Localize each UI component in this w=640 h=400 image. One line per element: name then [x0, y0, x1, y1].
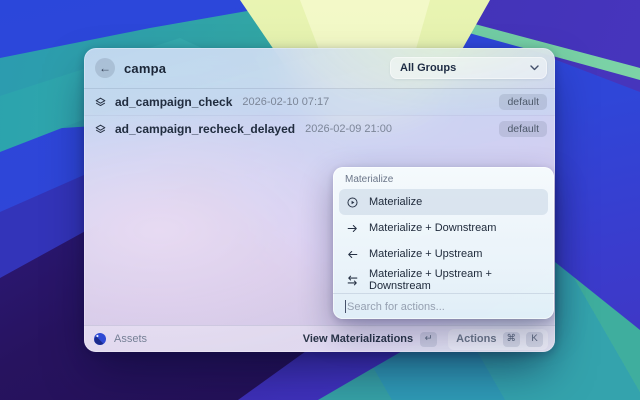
cmd-key-badge: ⌘: [503, 332, 521, 347]
asset-results-list: ad_campaign_check 2026-02-10 07:17 defau…: [84, 89, 555, 142]
action-item-label: Materialize: [369, 196, 422, 208]
popup-search-row: [333, 293, 554, 319]
actions-button[interactable]: Actions ⌘ K: [448, 329, 548, 350]
asset-group-badge: default: [499, 121, 547, 138]
popup-action-list: Materialize Materialize + Downstream Mat…: [333, 187, 554, 293]
back-arrow-icon: ←: [99, 61, 111, 75]
context-label: Assets: [114, 333, 147, 345]
action-item-label: Materialize + Upstream + Downstream: [369, 268, 541, 292]
footer-actions: View Materializations ↵ Actions ⌘ K: [303, 329, 548, 350]
return-key-badge: ↵: [420, 332, 437, 347]
asset-timestamp: 2026-02-09 21:00: [305, 123, 392, 135]
k-key-badge: K: [526, 332, 543, 347]
action-item-label: Materialize + Downstream: [369, 222, 496, 234]
asset-name: ad_campaign_recheck_delayed: [115, 122, 295, 136]
arrows-swap-icon: [346, 274, 359, 287]
asset-result-row[interactable]: ad_campaign_check 2026-02-10 07:17 defau…: [84, 89, 555, 115]
group-filter-value: All Groups: [400, 62, 456, 74]
action-item-label: Materialize + Upstream: [369, 248, 482, 260]
actions-popup: Materialize Materialize Materialize + Do…: [333, 167, 554, 319]
action-search-input[interactable]: [347, 301, 542, 313]
chevron-down-icon: [530, 65, 539, 71]
asset-name: ad_campaign_check: [115, 95, 232, 109]
play-circle-icon: [346, 196, 359, 209]
arrow-right-icon: [346, 222, 359, 235]
asset-result-row[interactable]: ad_campaign_recheck_delayed 2026-02-09 2…: [84, 115, 555, 142]
arrow-left-icon: [346, 248, 359, 261]
actions-label: Actions: [456, 333, 496, 345]
asset-timestamp: 2026-02-10 07:17: [242, 96, 329, 108]
back-button[interactable]: ←: [95, 58, 115, 78]
palette-footer: Assets View Materializations ↵ Actions ⌘…: [84, 325, 555, 352]
text-cursor: [345, 300, 346, 313]
action-item-materialize-upstream[interactable]: Materialize + Upstream: [339, 241, 548, 267]
palette-header: ← campa All Groups: [84, 48, 555, 88]
action-item-materialize[interactable]: Materialize: [339, 189, 548, 215]
asset-group-badge: default: [499, 94, 547, 111]
asset-layers-icon: [94, 123, 107, 136]
action-item-materialize-downstream[interactable]: Materialize + Downstream: [339, 215, 548, 241]
group-filter-dropdown[interactable]: All Groups: [390, 57, 547, 79]
search-query-input[interactable]: campa: [124, 61, 166, 76]
view-materializations-button[interactable]: View Materializations: [303, 333, 413, 345]
popup-section-title: Materialize: [333, 167, 554, 187]
action-item-materialize-upstream-downstream[interactable]: Materialize + Upstream + Downstream: [339, 267, 548, 293]
asset-layers-icon: [94, 96, 107, 109]
app-logo-icon: [94, 333, 106, 345]
